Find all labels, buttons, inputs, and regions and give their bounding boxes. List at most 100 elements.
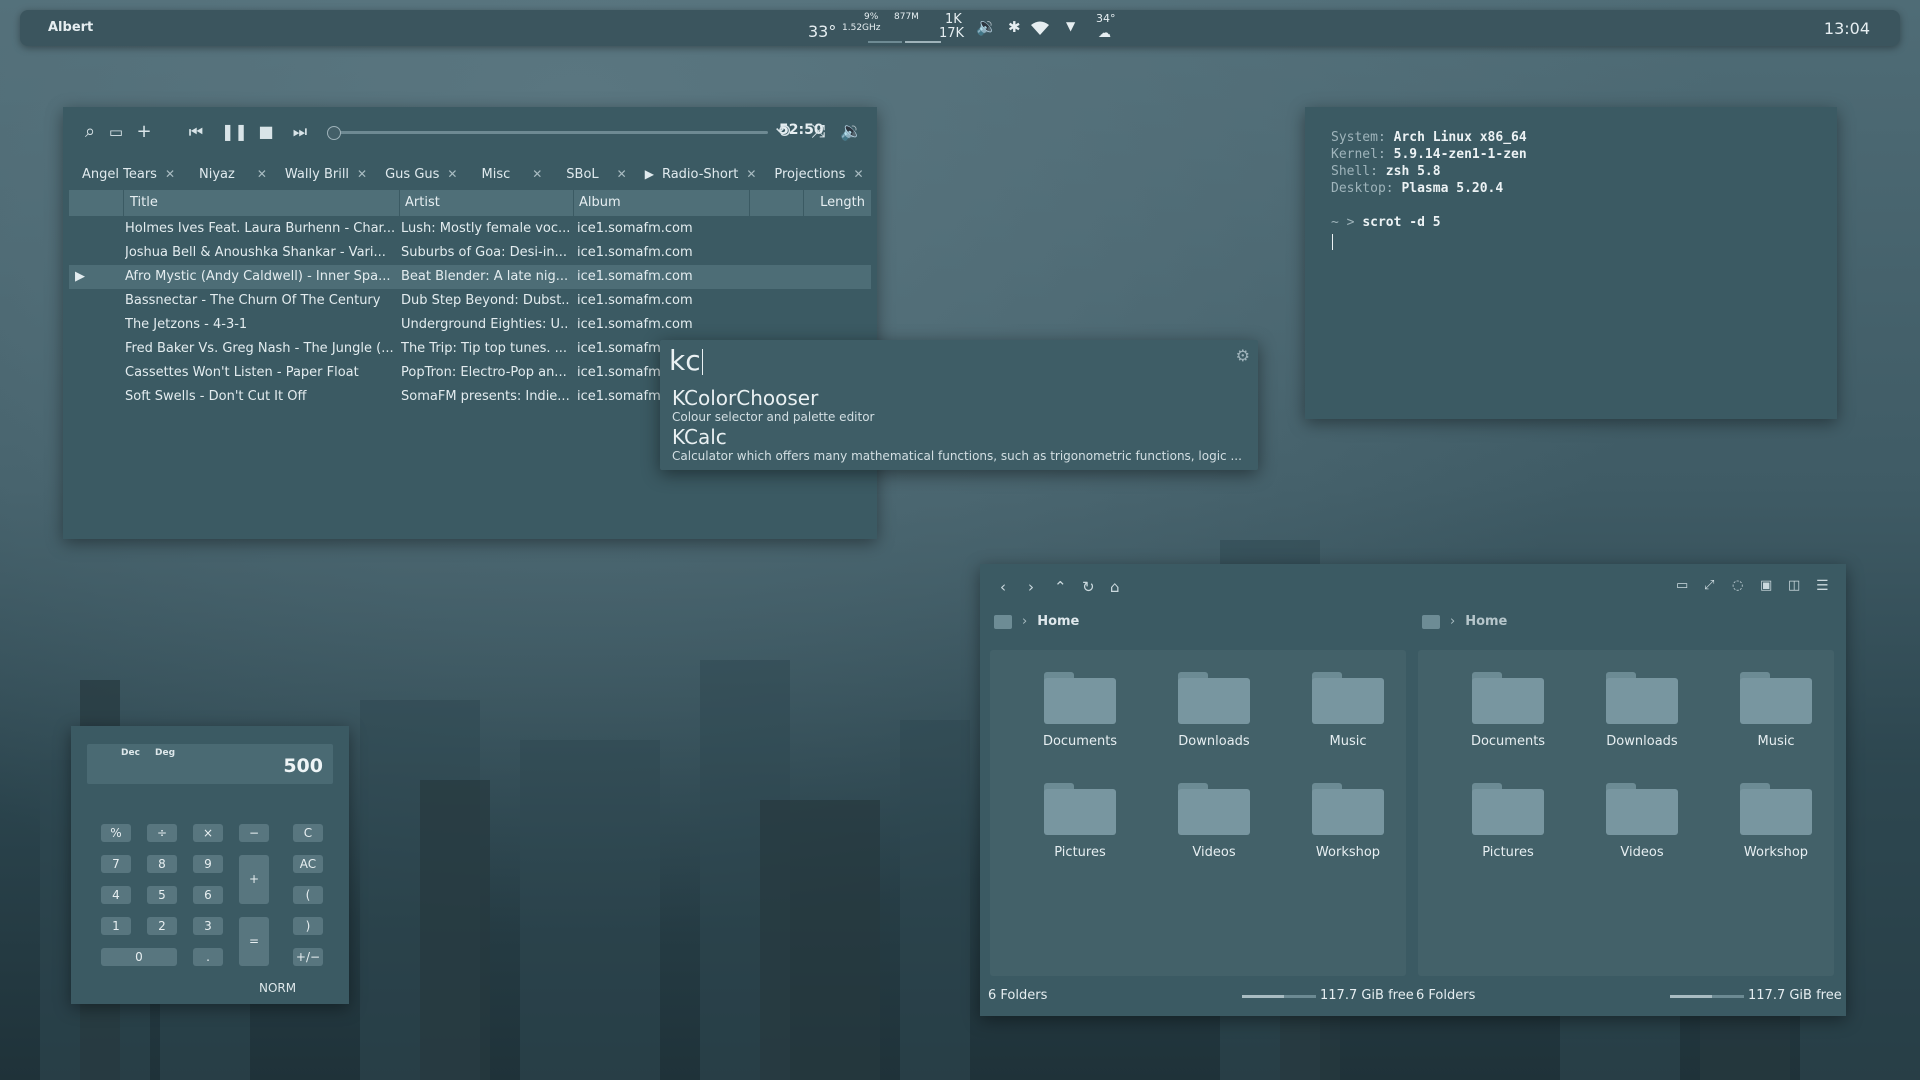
key-5[interactable]: 5 — [147, 886, 177, 904]
folder-workshop[interactable]: Workshop — [1288, 783, 1408, 860]
key-all-clear[interactable]: AC — [293, 855, 323, 873]
seek-handle[interactable] — [327, 126, 341, 140]
right-pane[interactable]: Documents Downloads Music Pictures Video… — [1418, 650, 1834, 976]
folder-documents[interactable]: Documents — [1448, 672, 1568, 749]
key-2[interactable]: 2 — [147, 917, 177, 935]
key-minus[interactable]: − — [239, 824, 269, 842]
tab-wally-brill[interactable]: Wally Brill ✕ — [276, 159, 376, 189]
key-sign[interactable]: +/− — [293, 948, 323, 966]
key-plus[interactable]: + — [239, 855, 269, 904]
key-3[interactable]: 3 — [193, 917, 223, 935]
close-tab-icon[interactable]: ✕ — [257, 167, 267, 181]
table-row[interactable]: Holmes Ives Feat. Laura Burhenn - Char..… — [69, 217, 871, 241]
folder-workshop[interactable]: Workshop — [1716, 783, 1836, 860]
repeat-icon[interactable]: ⟲ — [772, 121, 794, 143]
key-percent[interactable]: % — [101, 824, 131, 842]
tab-radio-short[interactable]: ▶ Radio-Short ✕ — [636, 159, 766, 189]
key-open-paren[interactable]: ( — [293, 886, 323, 904]
terminal-window[interactable]: System: Arch Linux x86_64 Kernel: 5.9.14… — [1305, 107, 1837, 419]
hidden-files-icon[interactable]: ◌ — [1732, 578, 1743, 593]
folder-videos[interactable]: Videos — [1154, 783, 1274, 860]
new-folder-icon[interactable]: ▭ — [1676, 578, 1688, 593]
close-tab-icon[interactable]: ✕ — [357, 167, 367, 181]
breadcrumb-home[interactable]: Home — [1037, 614, 1079, 629]
back-icon[interactable]: ‹ — [1000, 578, 1006, 596]
albert-launcher-label[interactable]: Albert — [48, 20, 93, 35]
tab-niyaz[interactable]: Niyaz ✕ — [190, 159, 276, 189]
result-kcalc[interactable]: KCalc Calculator which offers many mathe… — [672, 425, 1242, 463]
folder-documents[interactable]: Documents — [1020, 672, 1140, 749]
preview-icon[interactable]: ▣ — [1760, 578, 1772, 593]
key-7[interactable]: 7 — [101, 855, 131, 873]
shuffle-icon[interactable]: ⤨ — [807, 121, 829, 143]
menu-icon[interactable]: ☰ — [1816, 578, 1829, 594]
tab-misc[interactable]: Misc ✕ — [472, 159, 551, 189]
key-clear[interactable]: C — [293, 824, 323, 842]
column-title[interactable]: Title — [130, 195, 158, 210]
table-row[interactable]: Joshua Bell & Anoushka Shankar - Vari...… — [69, 241, 871, 265]
home-folder-icon[interactable] — [994, 614, 1012, 629]
key-8[interactable]: 8 — [147, 855, 177, 873]
close-tab-icon[interactable]: ✕ — [853, 167, 863, 181]
tab-angel-tears[interactable]: Angel Tears ✕ — [73, 159, 184, 189]
weather-icon[interactable]: ☁ — [1098, 26, 1111, 41]
open-folder-icon[interactable]: ▭ — [105, 121, 127, 143]
stop-icon[interactable]: ■ — [255, 121, 277, 143]
expand-tray-icon[interactable]: ▼ — [1066, 19, 1075, 33]
key-divide[interactable]: ÷ — [147, 824, 177, 842]
table-row[interactable]: Bassnectar - The Churn Of The Century Dub… — [69, 289, 871, 313]
forward-icon[interactable]: › — [1028, 578, 1034, 596]
key-decimal[interactable]: . — [193, 948, 223, 966]
column-artist[interactable]: Artist — [405, 195, 440, 210]
folder-downloads[interactable]: Downloads — [1154, 672, 1274, 749]
folder-videos[interactable]: Videos — [1582, 783, 1702, 860]
key-multiply[interactable]: × — [193, 824, 223, 842]
close-tab-icon[interactable]: ✕ — [447, 167, 457, 181]
key-close-paren[interactable]: ) — [293, 917, 323, 935]
key-9[interactable]: 9 — [193, 855, 223, 873]
table-row[interactable]: The Jetzons - 4-3-1 Underground Eighties:… — [69, 313, 871, 337]
home-folder-icon[interactable] — [1422, 614, 1440, 629]
split-view-icon[interactable]: ◫ — [1788, 578, 1800, 593]
clock[interactable]: 13:04 — [1824, 19, 1870, 38]
folder-music[interactable]: Music — [1716, 672, 1836, 749]
column-album[interactable]: Album — [579, 195, 621, 210]
column-length[interactable]: Length — [820, 195, 865, 210]
fullscreen-icon[interactable]: ⤢ — [1704, 578, 1714, 593]
folder-pictures[interactable]: Pictures — [1020, 783, 1140, 860]
breadcrumb-home[interactable]: Home — [1465, 614, 1507, 629]
home-icon[interactable]: ⌂ — [1110, 578, 1120, 596]
left-pane[interactable]: Documents Downloads Music Pictures Video… — [990, 650, 1406, 976]
reload-icon[interactable]: ↻ — [1082, 578, 1095, 596]
gear-icon[interactable]: ⚙ — [1236, 346, 1250, 365]
close-tab-icon[interactable]: ✕ — [532, 167, 542, 181]
add-icon[interactable]: + — [133, 121, 155, 143]
up-icon[interactable]: ⌃ — [1054, 578, 1067, 596]
key-0[interactable]: 0 — [101, 948, 177, 966]
volume-icon[interactable]: 🔉 — [976, 17, 997, 37]
tab-sbol[interactable]: SBoL ✕ — [557, 159, 635, 189]
folder-music[interactable]: Music — [1288, 672, 1408, 749]
launcher-search-input[interactable]: kc — [669, 344, 703, 377]
tab-projections[interactable]: Projections ✕ — [765, 159, 872, 189]
key-equals[interactable]: = — [239, 917, 269, 966]
bluetooth-icon[interactable]: ✱ — [1008, 18, 1021, 36]
table-row[interactable]: ▶ Afro Mystic (Andy Caldwell) - Inner Spa… — [69, 265, 871, 289]
result-kcolorchooser[interactable]: KColorChooser Colour selector and palett… — [672, 386, 875, 424]
close-tab-icon[interactable]: ✕ — [165, 167, 175, 181]
key-1[interactable]: 1 — [101, 917, 131, 935]
close-tab-icon[interactable]: ✕ — [617, 167, 627, 181]
folder-pictures[interactable]: Pictures — [1448, 783, 1568, 860]
search-icon[interactable]: ⌕ — [79, 121, 101, 143]
next-track-icon[interactable]: ⏭ — [289, 121, 311, 143]
key-6[interactable]: 6 — [193, 886, 223, 904]
key-4[interactable]: 4 — [101, 886, 131, 904]
folder-downloads[interactable]: Downloads — [1582, 672, 1702, 749]
wifi-icon[interactable] — [1030, 20, 1050, 36]
close-tab-icon[interactable]: ✕ — [746, 167, 756, 181]
volume-icon[interactable]: 🔉 — [840, 121, 862, 143]
tab-gus-gus[interactable]: Gus Gus ✕ — [376, 159, 466, 189]
seek-slider[interactable] — [327, 126, 768, 140]
pause-icon[interactable]: ❚❚ — [221, 121, 248, 143]
previous-track-icon[interactable]: ⏮ — [185, 121, 207, 143]
